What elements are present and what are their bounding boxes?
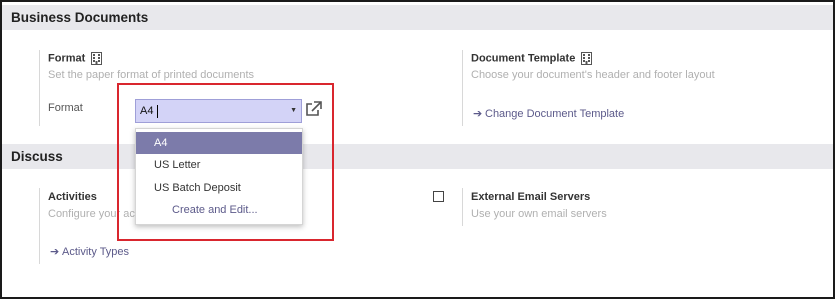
external-email-title: External Email Servers (471, 191, 591, 203)
setting-divider (462, 188, 463, 226)
change-document-template-link[interactable]: ➔ Change Document Template (473, 107, 624, 120)
activities-title: Activities (48, 191, 97, 203)
highlight-box (117, 83, 334, 241)
format-setting-title: Format (48, 52, 103, 65)
building-icon (91, 52, 103, 65)
arrow-right-icon: ➔ (50, 246, 60, 258)
activity-types-link[interactable]: ➔ Activity Types (50, 245, 129, 258)
section-title: Discuss (11, 149, 63, 164)
document-template-description: Choose your document's header and footer… (471, 69, 715, 81)
document-template-title: Document Template (471, 52, 593, 65)
setting-divider (462, 50, 463, 126)
building-icon (581, 52, 593, 65)
section-title: Business Documents (11, 10, 149, 25)
section-header-business-documents: Business Documents (2, 5, 833, 30)
setting-divider (39, 50, 40, 126)
arrow-right-icon: ➔ (473, 108, 483, 120)
external-email-description: Use your own email servers (471, 208, 607, 220)
external-email-checkbox[interactable] (433, 191, 444, 202)
format-description: Set the paper format of printed document… (48, 69, 255, 81)
setting-divider (39, 188, 40, 264)
format-field-label: Format (48, 102, 83, 114)
